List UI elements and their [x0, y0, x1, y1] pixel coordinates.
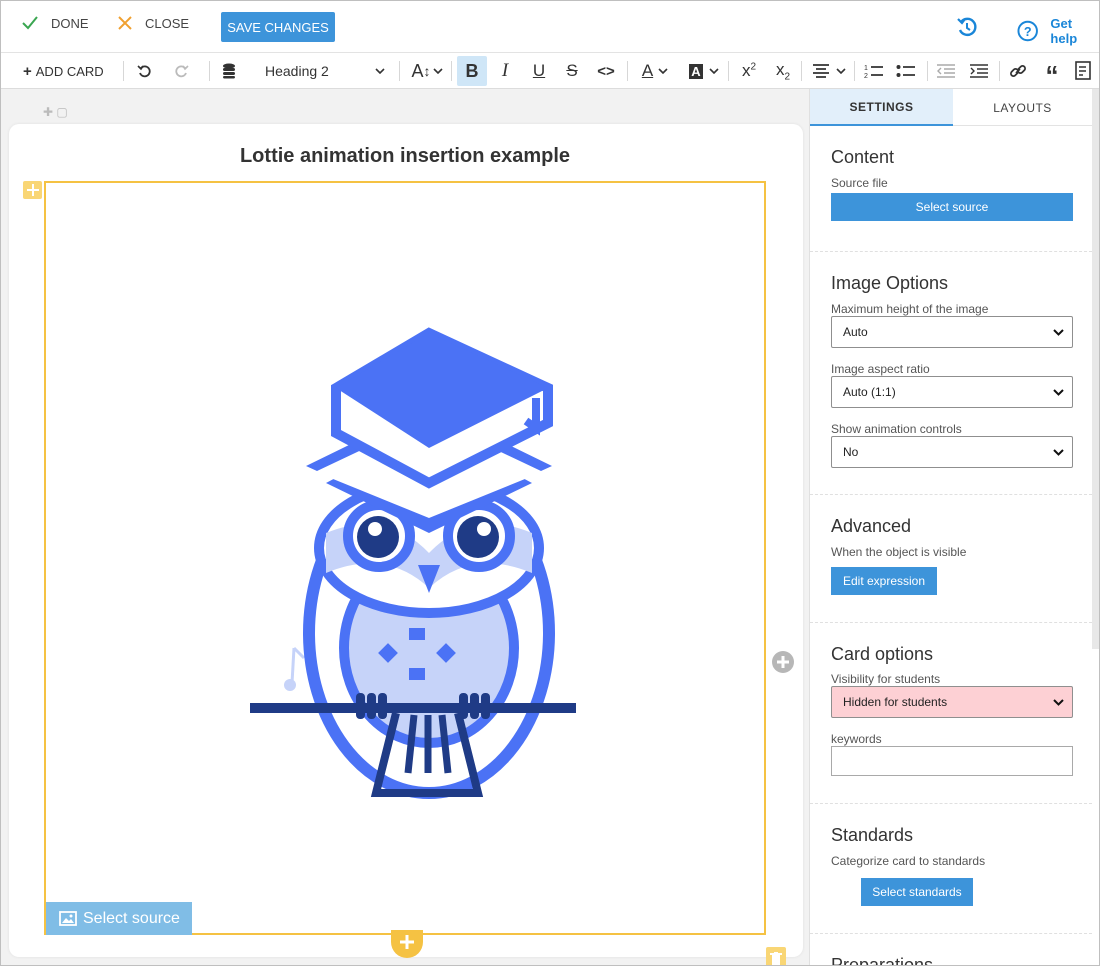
app-window: DONE CLOSE SAVE CHANGES ? Get help + ADD…: [0, 0, 1100, 966]
tab-layouts[interactable]: LAYOUTS: [953, 89, 1092, 126]
aspect-ratio-label: Image aspect ratio: [831, 362, 930, 376]
database-icon[interactable]: [220, 53, 238, 89]
image-options-title: Image Options: [831, 273, 949, 293]
close-icon: [118, 16, 132, 30]
underline-icon[interactable]: U: [529, 53, 549, 89]
history-icon[interactable]: [956, 16, 978, 43]
keywords-label: keywords: [831, 732, 882, 746]
select-source-overlay-label: Select source: [83, 909, 180, 927]
done-button[interactable]: DONE: [21, 15, 89, 31]
chevron-down-icon: [1053, 448, 1064, 456]
chevron-down-icon: [1053, 698, 1064, 706]
aspect-ratio-value: Auto (1:1): [843, 385, 896, 399]
svg-text:?: ?: [1024, 25, 1032, 39]
source-file-label: Source file: [831, 176, 888, 190]
select-standards-button[interactable]: Select standards: [861, 878, 973, 906]
italic-icon[interactable]: I: [495, 53, 515, 89]
add-column-icon[interactable]: [771, 650, 795, 679]
superscript-icon[interactable]: x2: [737, 53, 761, 89]
subscript-icon[interactable]: x2: [771, 53, 795, 89]
undo-icon[interactable]: [135, 53, 153, 89]
tab-settings[interactable]: SETTINGS: [810, 89, 953, 126]
check-icon: [22, 16, 38, 30]
code-icon[interactable]: <>: [595, 53, 617, 89]
card-options-section: Card options Visibility for students Hid…: [810, 623, 1092, 804]
help-button[interactable]: ? Get help: [1017, 16, 1099, 46]
select-source-overlay-button[interactable]: Select source: [46, 902, 192, 935]
link-icon[interactable]: [1007, 53, 1029, 89]
preparations-section: Preparations: [810, 934, 1092, 966]
content-section: Content Source file Select source: [810, 126, 1092, 252]
standards-section: Standards Categorize card to standards S…: [810, 804, 1092, 934]
visible-label: When the object is visible: [831, 545, 967, 559]
content-title: Content: [831, 147, 895, 167]
add-card-below-icon[interactable]: [391, 930, 423, 958]
heading-select[interactable]: Heading 2: [257, 53, 391, 89]
aspect-ratio-select[interactable]: Auto (1:1): [831, 376, 1073, 408]
trash-icon[interactable]: [766, 947, 786, 965]
move-handle-icon[interactable]: [23, 181, 42, 199]
max-height-select[interactable]: Auto: [831, 316, 1073, 348]
chevron-down-icon: [1053, 328, 1064, 336]
card-mini-tools[interactable]: ✚ ▢: [43, 105, 68, 119]
image-options-section: Image Options Maximum height of the imag…: [810, 252, 1092, 495]
lottie-image-block[interactable]: Select source: [44, 181, 766, 935]
card-options-title: Card options: [831, 644, 934, 664]
add-card-label: ADD CARD: [35, 63, 104, 79]
ordered-list-icon[interactable]: 12: [863, 53, 885, 89]
card-title[interactable]: Lottie animation insertion example: [9, 145, 801, 168]
quote-icon[interactable]: “: [1041, 53, 1063, 89]
help-icon: ?: [1017, 20, 1038, 42]
editor-canvas: ✚ ▢ Lottie animation insertion example S…: [1, 89, 809, 965]
source-icon[interactable]: [1073, 53, 1095, 89]
card: Lottie animation insertion example Selec…: [9, 124, 803, 965]
keywords-input[interactable]: [831, 746, 1073, 776]
animation-controls-value: No: [843, 445, 859, 459]
heading-value: Heading 2: [265, 63, 329, 79]
categorize-label: Categorize card to standards: [831, 854, 986, 868]
close-button[interactable]: CLOSE: [117, 15, 189, 31]
panel-tabs: SETTINGS LAYOUTS: [810, 89, 1092, 126]
image-icon: [59, 911, 77, 926]
max-height-value: Auto: [843, 325, 868, 339]
advanced-title: Advanced: [831, 516, 912, 536]
visibility-value: Hidden for students: [843, 695, 948, 709]
help-label: Get help: [1050, 16, 1078, 46]
add-card-button[interactable]: + ADD CARD: [23, 53, 104, 89]
redo-icon[interactable]: [173, 53, 191, 89]
panel-scrollbar[interactable]: [1092, 89, 1099, 649]
close-label: CLOSE: [145, 15, 190, 31]
advanced-section: Advanced When the object is visible Edit…: [810, 495, 1092, 623]
chevron-down-icon: [1053, 388, 1064, 396]
preparations-title: Preparations: [831, 955, 934, 966]
settings-panel: SETTINGS LAYOUTS Content Source file Sel…: [809, 89, 1099, 966]
standards-title: Standards: [831, 825, 914, 845]
highlight-icon[interactable]: A: [685, 53, 723, 89]
save-changes-button[interactable]: SAVE CHANGES: [221, 12, 335, 42]
font-size-icon[interactable]: A ↕: [407, 53, 447, 89]
top-bar: DONE CLOSE SAVE CHANGES ? Get help: [1, 1, 1099, 53]
chevron-down-icon: [375, 68, 385, 74]
select-source-button[interactable]: Select source: [831, 193, 1073, 221]
plus-icon: +: [23, 62, 32, 80]
owl-animation-image: [250, 327, 576, 799]
editor-toolbar: + ADD CARD Heading 2 A ↕ B I U S <> A A …: [1, 53, 1099, 89]
bullet-list-icon[interactable]: [895, 53, 917, 89]
done-label: DONE: [51, 15, 89, 31]
max-height-label: Maximum height of the image: [831, 302, 989, 316]
text-color-icon[interactable]: A: [637, 53, 673, 89]
outdent-icon[interactable]: [935, 53, 957, 89]
svg-text:2: 2: [864, 73, 868, 79]
visibility-select[interactable]: Hidden for students: [831, 686, 1073, 718]
edit-expression-button[interactable]: Edit expression: [831, 567, 937, 595]
animation-controls-select[interactable]: No: [831, 436, 1073, 468]
animation-controls-label: Show animation controls: [831, 422, 962, 436]
indent-icon[interactable]: [968, 53, 990, 89]
align-icon[interactable]: [809, 53, 849, 89]
bold-icon[interactable]: B: [457, 56, 487, 86]
strikethrough-icon[interactable]: S: [562, 53, 582, 89]
visibility-label: Visibility for students: [831, 672, 941, 686]
svg-text:1: 1: [864, 65, 868, 72]
